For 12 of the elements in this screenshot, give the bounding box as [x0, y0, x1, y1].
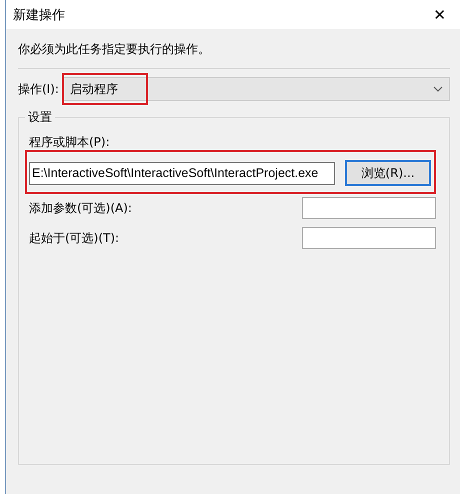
input-field[interactable]	[302, 227, 436, 249]
input-field[interactable]	[302, 197, 436, 219]
field-label: 添加参数(可选)(A):	[29, 200, 132, 216]
program-label: 程序或脚本(P):	[29, 134, 111, 151]
action-label: 操作(I):	[18, 80, 59, 98]
window-title: 新建操作	[13, 6, 65, 24]
chevron-icon	[433, 86, 443, 92]
browse-button[interactable]: 浏览(R)...	[345, 160, 431, 186]
instruction-text: 你必须为此任务指定要执行的操作。	[18, 41, 211, 58]
close-button[interactable]: ✕	[429, 6, 450, 24]
field-label: 起始于(可选)(T):	[29, 230, 120, 246]
program-field[interactable]: E:\InteractiveSoft\InteractiveSoft\InteractProject.exe	[29, 162, 335, 184]
